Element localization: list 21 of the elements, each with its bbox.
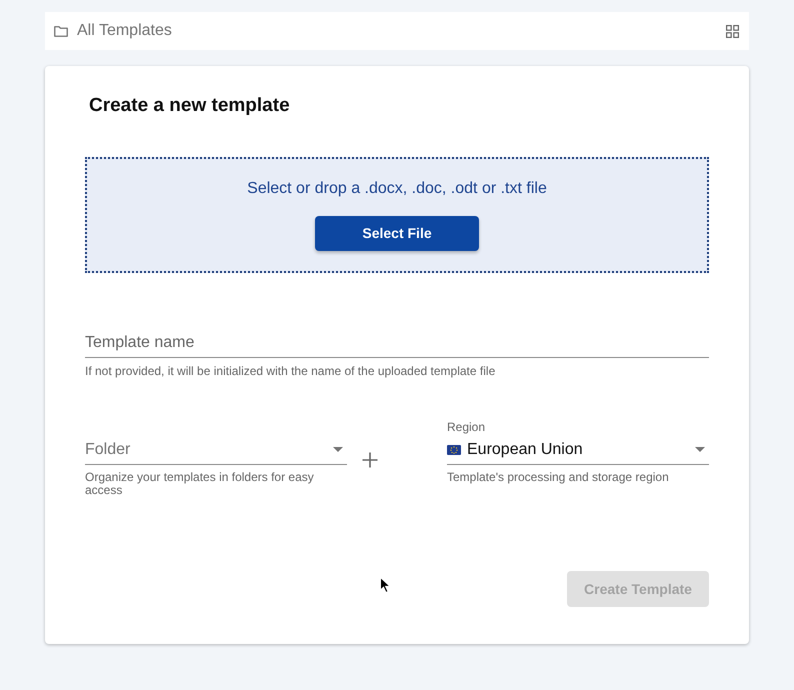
caret-down-icon xyxy=(333,447,343,452)
helper-text: Template's processing and storage region xyxy=(447,471,670,484)
breadcrumb-title[interactable]: All Templates xyxy=(77,21,172,41)
folder-select[interactable]: Folder xyxy=(85,435,347,465)
add-folder-button[interactable] xyxy=(362,452,378,468)
flag-icon xyxy=(447,444,461,454)
select-file-button[interactable]: Select File xyxy=(315,216,479,251)
card-title: Create a new template xyxy=(88,94,291,118)
region-select[interactable]: European Union xyxy=(447,435,709,465)
region-label: Region xyxy=(447,419,486,435)
folder-placeholder: Folder xyxy=(85,440,132,460)
drop-prompt: Select or drop a .docx, .doc, .odt or .txt file xyxy=(247,179,547,199)
mouse-pointer-icon xyxy=(380,577,391,593)
folder-icon xyxy=(54,26,68,36)
helper-text: If not provided, it will be initialized with the name of the uploaded template file xyxy=(85,363,496,379)
grid-view-button[interactable] xyxy=(726,24,739,38)
region-value: European Union xyxy=(467,440,584,460)
template-name-field[interactable]: Template name xyxy=(85,328,709,358)
caret-down-icon xyxy=(695,447,705,452)
file-drop-zone[interactable]: Select or drop a .docx, .doc, .odt or .txt file Select File xyxy=(85,157,709,273)
helper-text: Organize your templates in folders for easy access xyxy=(85,471,315,497)
